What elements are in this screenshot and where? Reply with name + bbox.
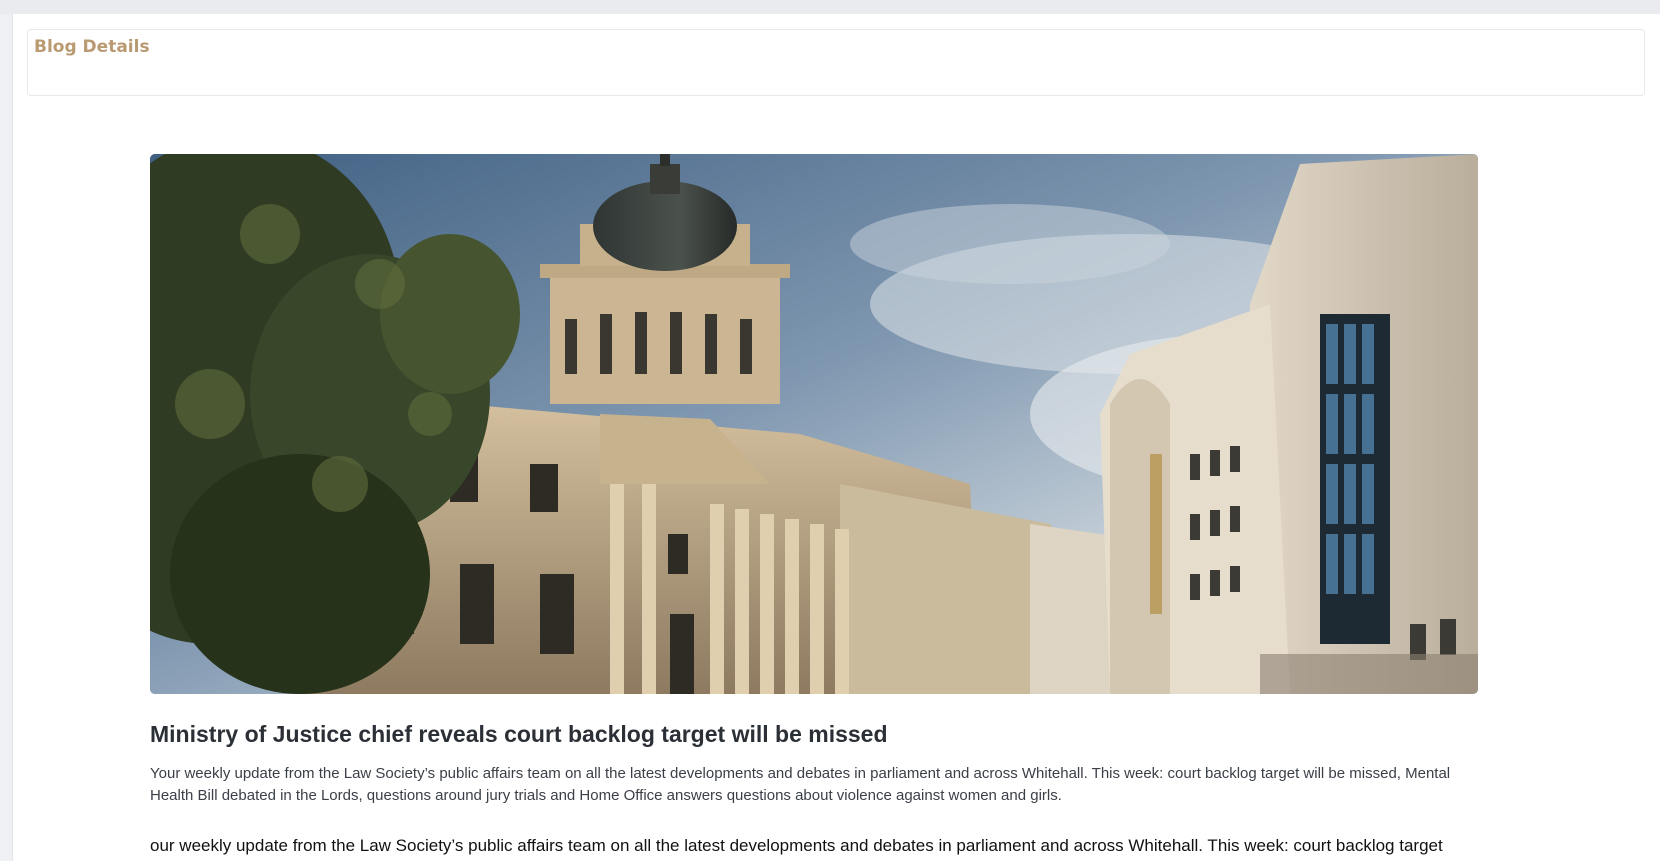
article-title: Ministry of Justice chief reveals court … xyxy=(150,721,888,747)
courthouse-photo xyxy=(150,154,1478,694)
page-title: Blog Details xyxy=(34,37,150,57)
article-summary: Your weekly update from the Law Society’… xyxy=(150,765,1451,804)
page-header-card xyxy=(27,29,1645,96)
blog-hero-image xyxy=(150,154,1478,694)
top-bar xyxy=(0,0,1660,14)
article-body: our weekly update from the Law Society’s… xyxy=(150,836,1443,855)
